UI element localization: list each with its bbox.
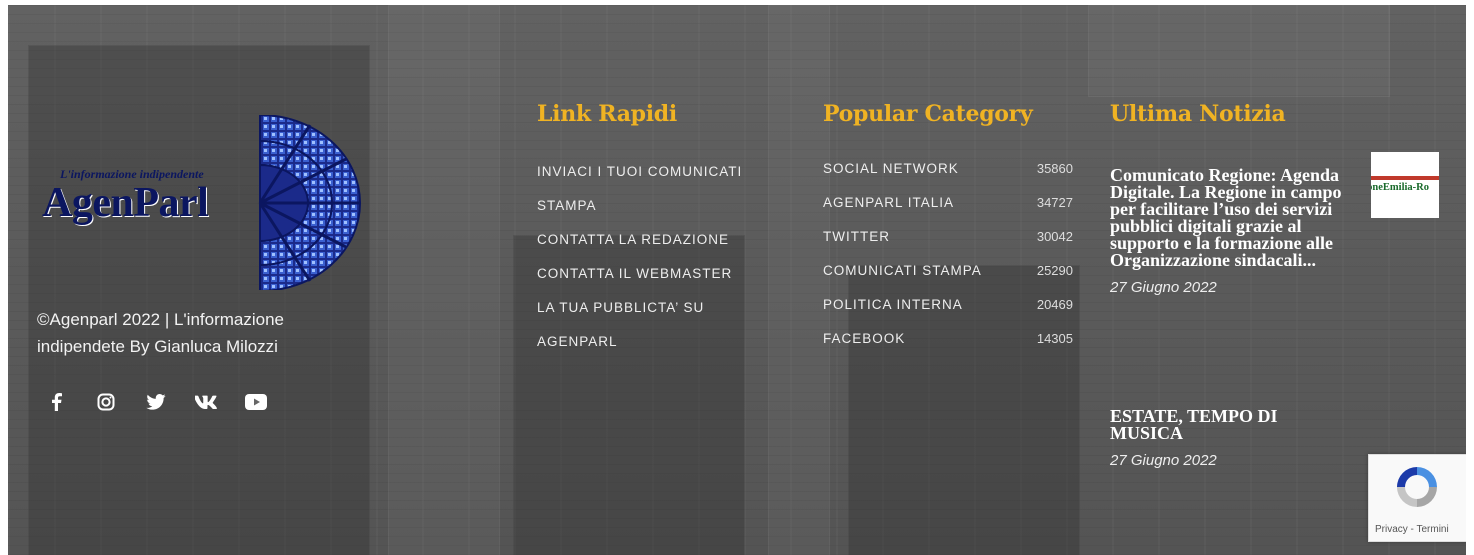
category-item[interactable]: COMUNICATI STAMPA 25290	[823, 257, 1073, 291]
category-count: 14305	[1036, 331, 1073, 346]
news-date: 27 Giugno 2022	[1110, 452, 1217, 469]
category-name: FACEBOOK	[823, 331, 906, 346]
youtube-icon[interactable]	[245, 391, 267, 413]
link-contatta-redazione[interactable]: CONTATTA LA REDAZIONE	[537, 223, 777, 257]
vk-icon[interactable]	[195, 391, 217, 413]
link-inviaci-comunicati[interactable]: INVIACI I TUOI COMUNICATI STAMPA	[537, 155, 777, 223]
category-count: 30042	[1036, 229, 1073, 244]
news-title-link[interactable]: ESTATE, TEMPO DI MUSICA	[1110, 407, 1345, 442]
category-count: 34727	[1036, 195, 1073, 210]
thumbnail-stripe	[1371, 176, 1439, 180]
category-name: TWITTER	[823, 229, 890, 244]
link-contatta-webmaster[interactable]: CONTATTA IL WEBMASTER	[537, 257, 777, 291]
news-item: Comunicato Regione: Agenda Digitale. La …	[1110, 166, 1345, 296]
category-count: 20469	[1036, 297, 1073, 312]
popular-category-list: SOCIAL NETWORK 35860 AGENPARL ITALIA 34727…	[823, 155, 1073, 359]
recaptcha-icon	[1397, 467, 1437, 507]
recaptcha-text[interactable]: Privacy - Termini	[1375, 524, 1449, 535]
category-item[interactable]: AGENPARL ITALIA 34727	[823, 189, 1073, 223]
category-item[interactable]: FACEBOOK 14305	[823, 325, 1073, 359]
social-links	[45, 391, 267, 413]
news-title-link[interactable]: Comunicato Regione: Agenda Digitale. La …	[1110, 166, 1345, 269]
link-rapidi-list: INVIACI I TUOI COMUNICATI STAMPA CONTATT…	[537, 155, 777, 359]
category-name: AGENPARL ITALIA	[823, 195, 955, 210]
ultima-notizia-title: Ultima Notizia	[1110, 101, 1286, 127]
thumbnail-text: gioneEmilia-Ro	[1371, 182, 1429, 193]
news-thumbnail[interactable]: gioneEmilia-Ro	[1371, 152, 1439, 218]
twitter-icon[interactable]	[145, 391, 167, 413]
news-date: 27 Giugno 2022	[1110, 279, 1217, 296]
facebook-icon[interactable]	[45, 391, 67, 413]
recaptcha-badge[interactable]: Privacy - Termini	[1368, 454, 1466, 542]
category-item[interactable]: TWITTER 30042	[823, 223, 1073, 257]
copyright-text: ©Agenparl 2022 | L'informazione indipend…	[37, 310, 285, 356]
category-name: POLITICA INTERNA	[823, 297, 963, 312]
popular-category-title: Popular Category	[823, 101, 1033, 127]
logo-wordmark: AgenParl	[42, 180, 209, 226]
category-item[interactable]: POLITICA INTERNA 20469	[823, 291, 1073, 325]
instagram-icon[interactable]	[95, 391, 117, 413]
category-count: 35860	[1036, 161, 1073, 176]
link-pubblicita[interactable]: LA TUA PUBBLICTA’ SU AGENPARL	[537, 291, 777, 359]
link-rapidi-title: Link Rapidi	[537, 101, 677, 127]
category-name: SOCIAL NETWORK	[823, 161, 959, 176]
agenparl-logo[interactable]: L'informazione indipendente AgenParl	[38, 113, 368, 293]
news-item: ESTATE, TEMPO DI MUSICA 27 Giugno 2022	[1110, 407, 1345, 469]
category-name: COMUNICATI STAMPA	[823, 263, 982, 278]
site-footer: L'informazione indipendente AgenParl ©Ag…	[8, 5, 1466, 555]
category-count: 25290	[1036, 263, 1073, 278]
category-item[interactable]: SOCIAL NETWORK 35860	[823, 155, 1073, 189]
